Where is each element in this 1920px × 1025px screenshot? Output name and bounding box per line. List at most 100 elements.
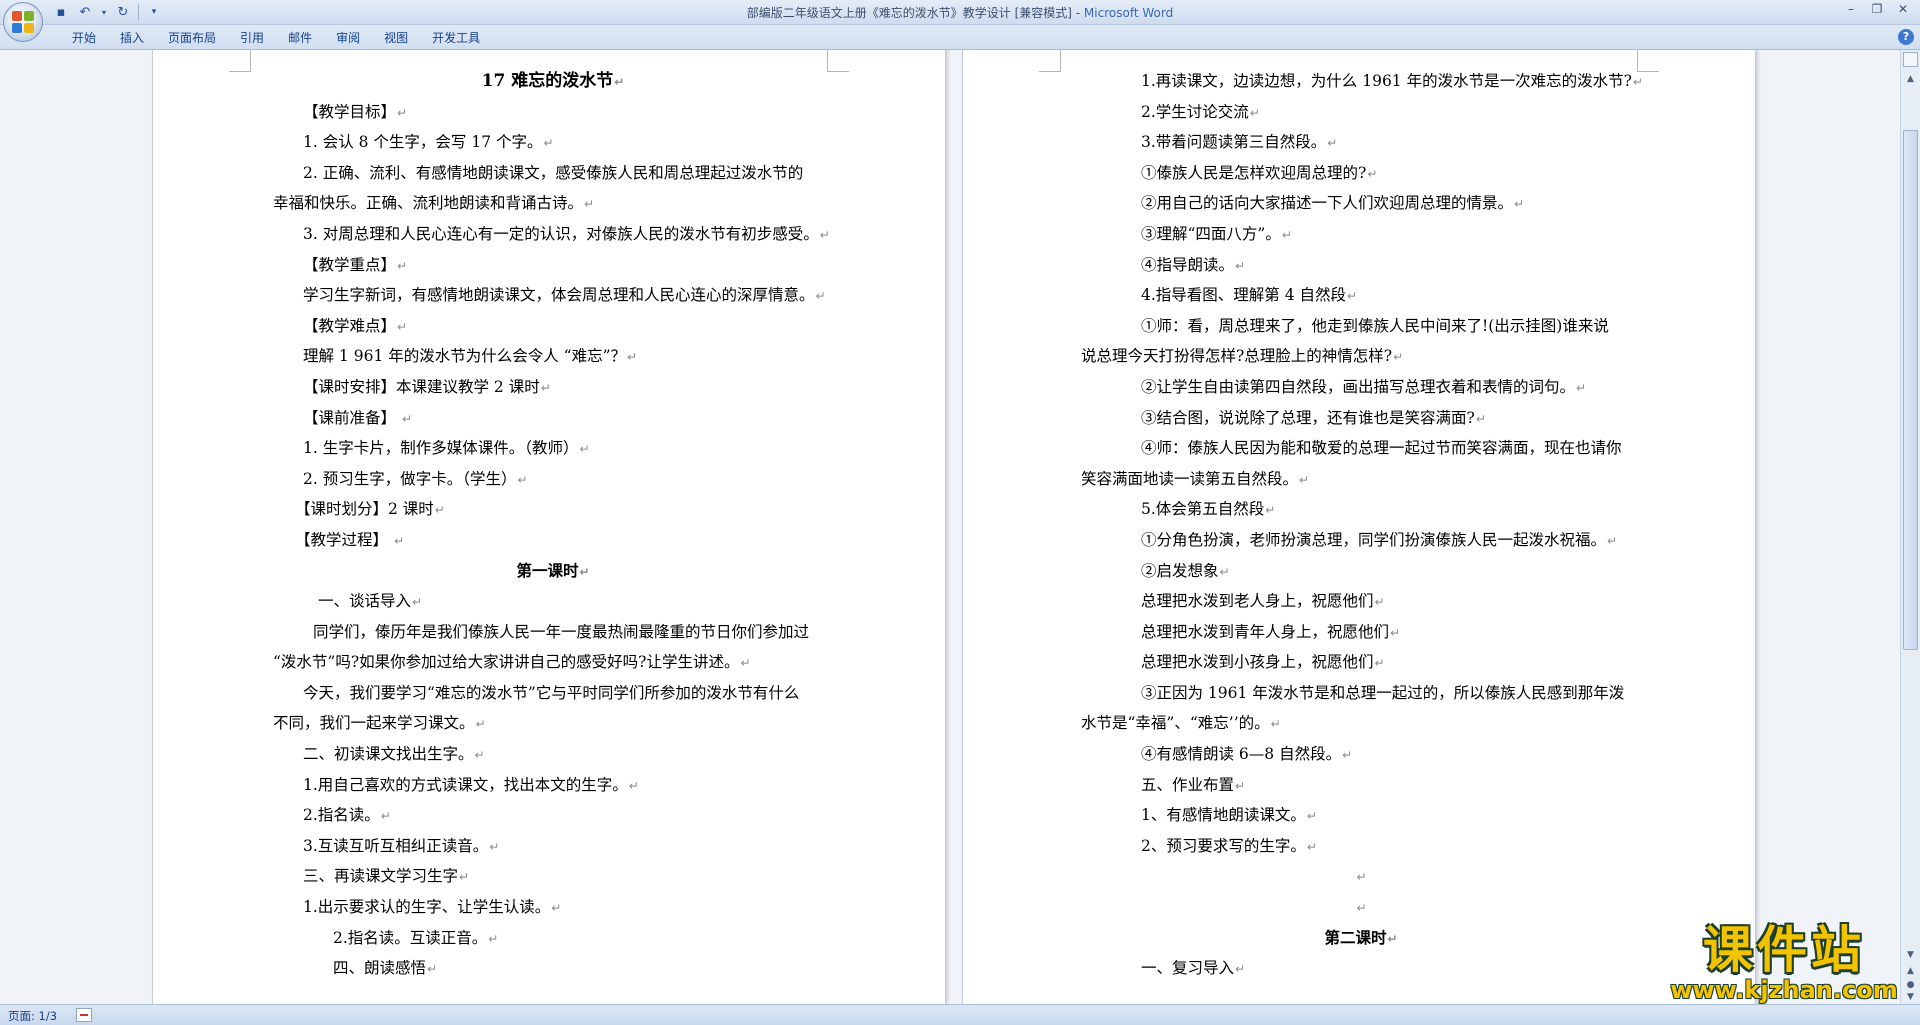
view-ruler-icon[interactable] [1903,52,1918,67]
paragraph-line[interactable]: ④师：傣族人民因为能和敬爱的总理一起过节而笑容满面，现在也请你 [1081,433,1641,464]
vertical-scrollbar[interactable]: ▲ ▼ ▲ ● ▼ [1900,50,1920,1004]
paragraph-line[interactable]: ②启发想象↵ [1081,556,1641,587]
paragraph-text: ③正因为 1961 年泼水节是和总理一起过的，所以傣族人民感到那年泼 [1141,683,1625,702]
paragraph-text: 1.用自己喜欢的方式读课文，找出本文的生字。 [303,775,628,794]
paragraph-line[interactable]: 【课前准备】 ↵ [273,403,833,434]
paragraph-line[interactable]: ↵ [1081,861,1641,892]
paragraph-line[interactable]: 第一课时↵ [273,556,833,587]
page-right-content[interactable]: 1.再读课文，边读边想，为什么 1961 年的泼水节是一次难忘的泼水节?↵ 2.学… [1081,66,1643,984]
paragraph-line[interactable]: 今天，我们要学习“难忘的泼水节”它与平时同学们所参加的泼水节有什么 [273,678,833,709]
paragraph-line[interactable]: 说总理今天打扮得怎样?总理脸上的神情怎样?↵ [1081,341,1641,372]
paragraph-line[interactable]: ↵ [1081,892,1641,923]
next-page-icon[interactable]: ▼ [1903,990,1918,1004]
office-button[interactable] [3,2,43,42]
ribbon-tab[interactable]: 页面布局 [156,29,228,47]
paragraph-line[interactable]: 【教学过程】 ↵ [273,525,833,556]
paragraph-line[interactable]: 总理把水泼到老人身上，祝愿他们↵ [1081,586,1641,617]
paragraph-mark-icon: ↵ [551,901,562,916]
paragraph-line[interactable]: ④指导朗读。↵ [1081,250,1641,281]
paragraph-line[interactable]: 五、作业布置↵ [1081,770,1641,801]
paragraph-mark-icon: ↵ [1475,411,1486,426]
paragraph-line[interactable]: 水节是“幸福”、“难忘’’的。↵ [1081,708,1641,739]
ribbon-tab[interactable]: 引用 [228,29,276,47]
restore-icon[interactable]: ❐ [1864,0,1890,18]
paragraph-line[interactable]: 幸福和快乐。正确、流利地朗读和背诵古诗。↵ [273,188,833,219]
paragraph-line[interactable]: ③正因为 1961 年泼水节是和总理一起过的，所以傣族人民感到那年泼 [1081,678,1641,709]
paragraph-line[interactable]: 2.指名读。互读正音。↵ [273,923,833,954]
paragraph-text: 【课前准备】 [303,408,401,427]
paragraph-line[interactable]: 1、有感情地朗读课文。↵ [1081,800,1641,831]
paragraph-line[interactable]: 4.指导看图、理解第 4 自然段↵ [1081,280,1641,311]
paragraph-line[interactable]: 2.指名读。↵ [273,800,833,831]
paragraph-line[interactable]: 笑容满面地读一读第五自然段。↵ [1081,464,1641,495]
paragraph-line[interactable]: 2、预习要求写的生字。↵ [1081,831,1641,862]
paragraph-line[interactable]: 1. 生字卡片，制作多媒体课件。（教师）↵ [273,433,833,464]
paragraph-line[interactable]: ①分角色扮演，老师扮演总理，同学们扮演傣族人民一起泼水祝福。↵ [1081,525,1641,556]
paragraph-line[interactable]: 理解 1 961 年的泼水节为什么会令人 “难忘”？↵ [273,341,833,372]
ribbon-tab[interactable]: 审阅 [324,29,372,47]
ribbon-tab[interactable]: 插入 [108,29,156,47]
paragraph-line[interactable]: 1.用自己喜欢的方式读课文，找出本文的生字。↵ [273,770,833,801]
paragraph-line[interactable]: ③理解“四面八方”。↵ [1081,219,1641,250]
paragraph-line[interactable]: ②让学生自由读第四自然段，画出描写总理衣着和表情的词句。↵ [1081,372,1641,403]
paragraph-line[interactable]: ③结合图，说说除了总理，还有谁也是笑容满面?↵ [1081,403,1641,434]
ribbon-tab[interactable]: 邮件 [276,29,324,47]
paragraph-text: 五、作业布置 [1141,775,1235,794]
paragraph-line[interactable]: 3.带着问题读第三自然段。↵ [1081,127,1641,158]
paragraph-text: 5.体会第五自然段 [1141,500,1265,519]
paragraph-line[interactable]: 不同，我们一起来学习课文。↵ [273,708,833,739]
paragraph-text: 3.互读互听互相纠正读音。 [303,836,489,855]
paragraph-line[interactable]: ④有感情朗读 6—8 自然段。↵ [1081,739,1641,770]
ribbon-tab[interactable]: 开发工具 [420,29,492,47]
page-left-content[interactable]: 17 难忘的泼水节↵ 【教学目标】↵ 1. 会认 8 个生字，会写 17 个字。↵ 2… [273,66,833,984]
paragraph-line[interactable]: 3.互读互听互相纠正读音。↵ [273,831,833,862]
paragraph-line[interactable]: 【教学难点】↵ [273,311,833,342]
paragraph-line[interactable]: 四、朗读感悟↵ [273,953,833,984]
paragraph-line[interactable]: 【课时划分】2 课时↵ [273,494,833,525]
paragraph-line[interactable]: 三、再读课文学习生字↵ [273,861,833,892]
paragraph-line[interactable]: 二、初读课文找出生字。↵ [273,739,833,770]
paragraph-line[interactable]: 17 难忘的泼水节↵ [273,66,833,97]
paragraph-line[interactable]: 【课时安排】本课建议教学 2 课时↵ [273,372,833,403]
previous-page-icon[interactable]: ▲ [1903,964,1918,978]
paragraph-line[interactable]: 【教学重点】↵ [273,250,833,281]
paragraph-text: 一、谈话导入 [318,592,412,611]
paragraph-line[interactable]: 2.学生讨论交流↵ [1081,97,1641,128]
minimize-icon[interactable]: – [1838,0,1864,18]
paragraph-line[interactable]: 5.体会第五自然段↵ [1081,494,1641,525]
page-right[interactable]: 1.再读课文，边读边想，为什么 1961 年的泼水节是一次难忘的泼水节?↵ 2.学… [962,50,1756,1004]
paragraph-mark-icon: ↵ [397,258,408,273]
paragraph-line[interactable]: “泼水节”吗?如果你参加过给大家讲讲自己的感受好吗?让学生讲述。↵ [273,647,833,678]
paragraph-line[interactable]: 总理把水泼到青年人身上，祝愿他们↵ [1081,617,1641,648]
paragraph-text: 2.指名读。互读正音。 [333,928,488,947]
paragraph-line[interactable]: 【教学目标】↵ [273,97,833,128]
paragraph-text: ④有感情朗读 6—8 自然段。 [1141,745,1342,764]
scroll-thumb[interactable] [1903,130,1918,650]
paragraph-line[interactable]: 3. 对周总理和人民心连心有一定的认识，对傣族人民的泼水节有初步感受。↵ [273,219,833,250]
paragraph-line[interactable]: 2. 正确、流利、有感情地朗读课文，感受傣族人民和周总理起过泼水节的 [273,158,833,189]
paragraph-line[interactable]: 一、复习导入↵ [1081,953,1641,984]
page-indicator[interactable]: 页面: 1/3 [8,1008,57,1024]
paragraph-line[interactable]: 1.出示要求认的生字、让学生认读。↵ [273,892,833,923]
scroll-down-icon[interactable]: ▼ [1903,948,1918,962]
paragraph-line[interactable]: 1.再读课文，边读边想，为什么 1961 年的泼水节是一次难忘的泼水节?↵ [1081,66,1643,97]
paragraph-line[interactable]: 一、谈话导入↵ [273,586,833,617]
ribbon-tab[interactable]: 开始 [60,29,108,47]
paragraph-line[interactable]: 1. 会认 8 个生字，会写 17 个字。↵ [273,127,833,158]
paragraph-line[interactable]: ①师：看，周总理来了，他走到傣族人民中间来了!(出示挂图)谁来说 [1081,311,1641,342]
paragraph-line[interactable]: 第二课时↵ [1081,923,1641,954]
page-left[interactable]: 17 难忘的泼水节↵ 【教学目标】↵ 1. 会认 8 个生字，会写 17 个字。↵ 2… [152,50,946,1004]
paragraph-line[interactable]: 总理把水泼到小孩身上，祝愿他们↵ [1081,647,1641,678]
scroll-up-icon[interactable]: ▲ [1903,72,1918,86]
paragraph-text: 不同，我们一起来学习课文。 [273,714,475,733]
help-icon[interactable]: ? [1898,29,1914,45]
paragraph-line[interactable]: 学习生字新词，有感情地朗读课文，体会周总理和人民心连心的深厚情意。↵ [273,280,833,311]
paragraph-line[interactable]: 2. 预习生字，做字卡。（学生）↵ [273,464,833,495]
close-icon[interactable]: ✕ [1890,0,1916,18]
proofing-status-icon[interactable] [76,1008,92,1022]
paragraph-line[interactable]: ①傣族人民是怎样欢迎周总理的?↵ [1081,158,1641,189]
paragraph-line[interactable]: 同学们，傣历年是我们傣族人民一年一度最热闹最隆重的节日你们参加过 [273,617,833,648]
document-area[interactable]: 17 难忘的泼水节↵ 【教学目标】↵ 1. 会认 8 个生字，会写 17 个字。↵ 2… [0,50,1900,1004]
ribbon-tab[interactable]: 视图 [372,29,420,47]
paragraph-line[interactable]: ②用自己的话向大家描述一下人们欢迎周总理的情景。↵ [1081,188,1641,219]
